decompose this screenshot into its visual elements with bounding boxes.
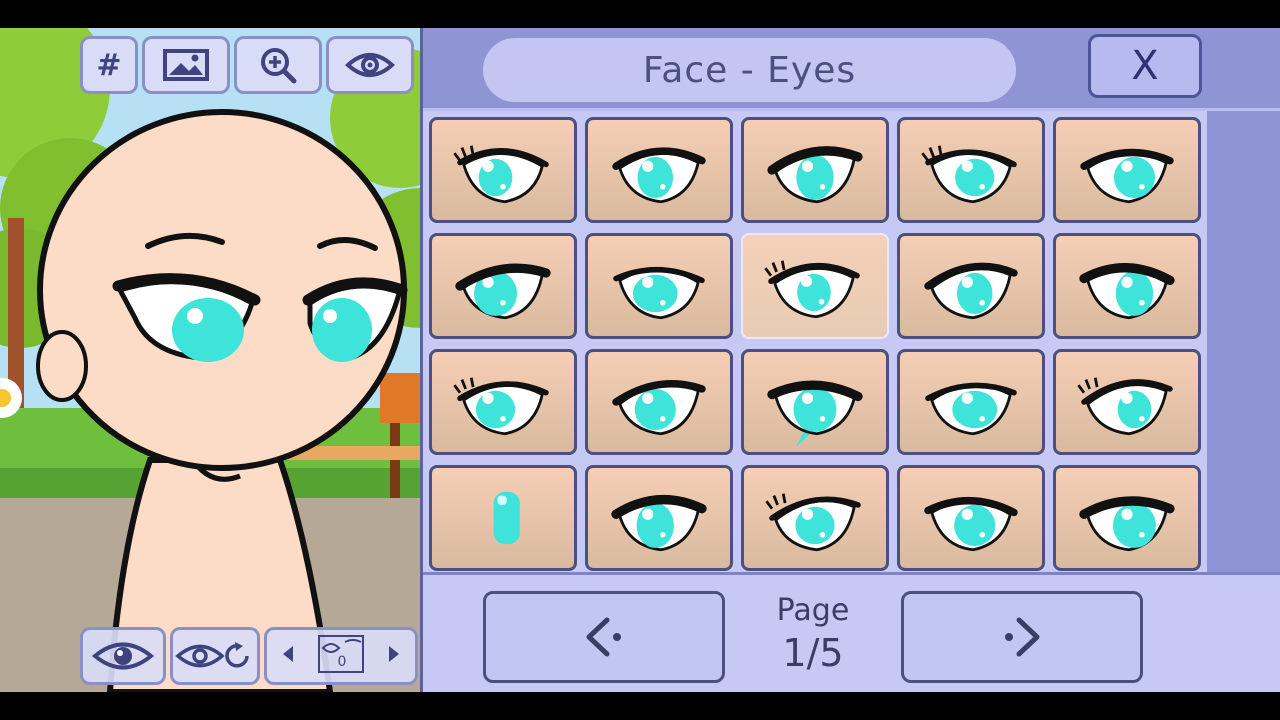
eye-option-8[interactable] <box>741 233 889 339</box>
grid-label: # <box>96 47 122 83</box>
chevron-left-icon <box>586 617 621 657</box>
visibility-button[interactable] <box>326 36 414 94</box>
eye-option-10[interactable] <box>1053 233 1201 339</box>
eye-option-4[interactable] <box>897 117 1045 223</box>
eye-option-15[interactable] <box>1053 349 1201 455</box>
eye-option-2[interactable] <box>585 117 733 223</box>
background-image-button[interactable] <box>142 36 230 94</box>
pagination-bar: Page 1/5 <box>423 572 1280 692</box>
eye-option-19[interactable] <box>897 465 1045 571</box>
eye-style-icon <box>1079 263 1175 320</box>
eye-style-icon <box>765 493 861 552</box>
eye-style-icon <box>921 145 1017 204</box>
eye-option-17[interactable] <box>585 465 733 571</box>
eye-style-icon <box>924 496 1018 552</box>
eye-style-icon <box>612 380 706 436</box>
eye-style-icon <box>767 380 863 447</box>
eye-options-grid <box>423 111 1207 572</box>
eye-option-1[interactable] <box>429 117 577 223</box>
eye-option-16[interactable] <box>429 465 577 571</box>
face-eyes-panel: Face - Eyes X Page 1/5 <box>420 28 1280 692</box>
eye-preview-icon <box>92 642 154 670</box>
layer-number: 0 <box>337 654 347 670</box>
eye-style-icon <box>453 377 549 436</box>
eye-option-11[interactable] <box>429 349 577 455</box>
page-label: Page <box>776 593 850 628</box>
eye-style-icon <box>1080 148 1174 204</box>
eye-style-icon <box>924 262 1018 320</box>
eye-icon <box>345 53 395 77</box>
previous-page-button[interactable] <box>483 591 725 683</box>
eye-reset-icon <box>175 642 249 668</box>
next-layer-button[interactable] <box>387 644 401 668</box>
eye-option-12[interactable] <box>585 349 733 455</box>
eye-option-5[interactable] <box>1053 117 1201 223</box>
eye-option-7[interactable] <box>585 233 733 339</box>
eye-style-icon <box>455 263 551 320</box>
character-preview: # 0 <box>0 28 420 692</box>
eye-option-3[interactable] <box>741 117 889 223</box>
eye-style-icon <box>493 491 520 545</box>
eye-option-18[interactable] <box>741 465 889 571</box>
next-layer-icon <box>389 646 399 662</box>
eye-style-icon <box>1077 377 1173 436</box>
grid-button[interactable]: # <box>80 36 138 94</box>
eye-style-icon <box>612 147 706 204</box>
previous-layer-icon <box>283 646 293 662</box>
image-icon <box>163 49 209 81</box>
eye-style-icon <box>613 266 705 320</box>
eye-option-9[interactable] <box>897 233 1045 339</box>
eye-option-6[interactable] <box>429 233 577 339</box>
chevron-right-icon <box>1005 617 1040 657</box>
page-indicator: 1/5 <box>782 631 844 675</box>
eye-style-icon <box>453 145 549 204</box>
eye-reset-button[interactable] <box>170 627 260 685</box>
grid-side-gutter <box>1207 111 1280 572</box>
eye-style-icon <box>611 495 707 552</box>
eye-style-icon <box>925 382 1017 436</box>
next-page-button[interactable] <box>901 591 1143 683</box>
previous-layer-button[interactable] <box>281 644 295 668</box>
zoom-in-icon <box>261 48 297 84</box>
eye-option-20[interactable] <box>1053 465 1201 571</box>
eye-option-14[interactable] <box>897 349 1045 455</box>
eye-style-icon <box>764 260 860 319</box>
eye-preview-button[interactable] <box>80 627 166 685</box>
panel-title-pill: Face - Eyes <box>483 38 1016 102</box>
close-button[interactable]: X <box>1088 34 1202 98</box>
eye-option-13[interactable] <box>741 349 889 455</box>
zoom-button[interactable] <box>234 36 322 94</box>
eye-style-icon <box>1079 496 1175 552</box>
panel-title: Face - Eyes <box>642 49 857 91</box>
eye-style-icon <box>767 146 863 204</box>
park-background <box>0 28 420 692</box>
